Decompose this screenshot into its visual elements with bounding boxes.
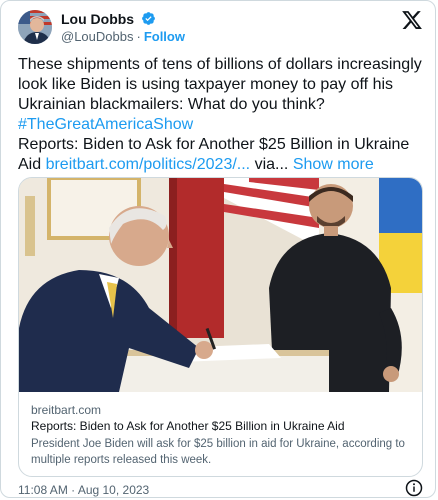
article-url-link[interactable]: breitbart.com/politics/2023/... bbox=[46, 156, 251, 173]
tweet-text: These shipments of tens of billions of d… bbox=[18, 55, 423, 175]
author-name[interactable]: Lou Dobbs bbox=[61, 11, 134, 27]
card-headline[interactable]: Reports: Biden to Ask for Another $25 Bi… bbox=[31, 418, 412, 434]
article-photo[interactable] bbox=[19, 178, 423, 392]
link-card[interactable]: breitbart.com Reports: Biden to Ask for … bbox=[18, 177, 423, 477]
handle-row: @LouDobbs · Follow bbox=[61, 29, 185, 44]
tweet-timestamp[interactable]: 11:08 AM · Aug 10, 2023 bbox=[18, 483, 149, 497]
tweet-via-text: via... bbox=[250, 156, 289, 173]
separator-dot: · bbox=[136, 29, 141, 44]
avatar-image bbox=[18, 10, 52, 44]
tweet-body: These shipments of tens of billions of d… bbox=[18, 56, 422, 113]
link-card-meta[interactable]: breitbart.com Reports: Biden to Ask for … bbox=[19, 392, 422, 476]
author-handle[interactable]: @LouDobbs bbox=[61, 29, 133, 44]
card-domain: breitbart.com bbox=[31, 403, 102, 417]
show-more-link[interactable]: Show more bbox=[293, 156, 374, 173]
info-icon[interactable] bbox=[405, 479, 423, 497]
x-logo-icon[interactable] bbox=[401, 9, 423, 31]
tweet-embed-card: Lou Dobbs @LouDobbs · Follow These shipmen… bbox=[0, 0, 436, 498]
author-avatar[interactable] bbox=[18, 10, 52, 44]
author-name-row[interactable]: Lou Dobbs bbox=[61, 11, 156, 27]
follow-button[interactable]: Follow bbox=[144, 29, 185, 44]
card-description: President Joe Biden will ask for $25 bil… bbox=[31, 438, 405, 466]
hashtag-link[interactable]: #TheGreatAmericaShow bbox=[18, 116, 193, 133]
verified-badge-icon bbox=[142, 12, 155, 25]
